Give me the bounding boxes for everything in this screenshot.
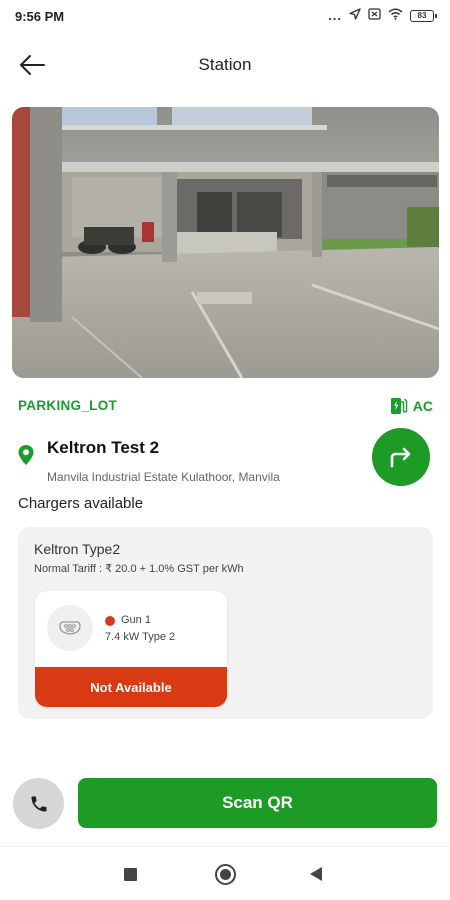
directions-arrow-icon <box>390 447 411 468</box>
chargers-heading: Chargers available <box>18 495 144 512</box>
scan-qr-button[interactable]: Scan QR <box>78 778 437 828</box>
status-time: 9:56 PM <box>15 9 65 24</box>
sim-icon <box>368 8 381 23</box>
location-pin-icon <box>17 444 35 471</box>
gun-card[interactable]: Gun 1 7.4 kW Type 2 Not Available <box>35 591 227 707</box>
app-header: Station <box>0 40 450 90</box>
gun-status-bar: Not Available <box>35 667 227 707</box>
gun-card-top: Gun 1 7.4 kW Type 2 <box>35 591 227 667</box>
station-name: Keltron Test 2 <box>47 438 160 457</box>
call-button[interactable] <box>13 778 64 829</box>
battery-icon: 83 <box>410 9 437 22</box>
current-type-label: AC <box>412 398 433 414</box>
page-title: Station <box>198 55 252 74</box>
home-icon-inner <box>220 869 231 880</box>
type2-connector-icon <box>59 621 81 635</box>
gun-status-text: Not Available <box>90 679 172 695</box>
wifi-icon <box>388 8 403 23</box>
status-icons: ... 83 <box>328 8 437 23</box>
station-photo <box>12 107 439 378</box>
more-dots: ... <box>328 8 342 23</box>
gun-name: Gun 1 <box>121 614 151 626</box>
directions-button[interactable] <box>372 428 430 486</box>
location-icon <box>349 8 361 23</box>
station-address: Manvila Industrial Estate Kulathoor, Man… <box>47 470 280 484</box>
phone-icon <box>31 796 46 811</box>
gun-icon-wrap <box>47 605 93 651</box>
charger-tariff: Normal Tariff : ₹ 20.0 + 1.0% GST per kW… <box>34 563 244 575</box>
home-icon[interactable] <box>215 864 236 885</box>
station-type-label: PARKING_LOT <box>18 398 118 413</box>
recent-apps-icon[interactable] <box>124 868 137 881</box>
status-bar: 9:56 PM ... 83 <box>0 0 450 34</box>
charger-card: Keltron Type2 Normal Tariff : ₹ 20.0 + 1… <box>18 527 433 719</box>
back-triangle-icon[interactable] <box>310 867 322 881</box>
charging-station-icon <box>390 398 407 414</box>
gun-status-dot <box>105 616 115 626</box>
system-nav-bar <box>0 846 450 900</box>
charger-name: Keltron Type2 <box>34 541 121 557</box>
gun-spec: 7.4 kW Type 2 <box>105 631 176 643</box>
current-type: AC <box>390 396 433 416</box>
station-type-row: PARKING_LOT AC <box>18 396 433 416</box>
